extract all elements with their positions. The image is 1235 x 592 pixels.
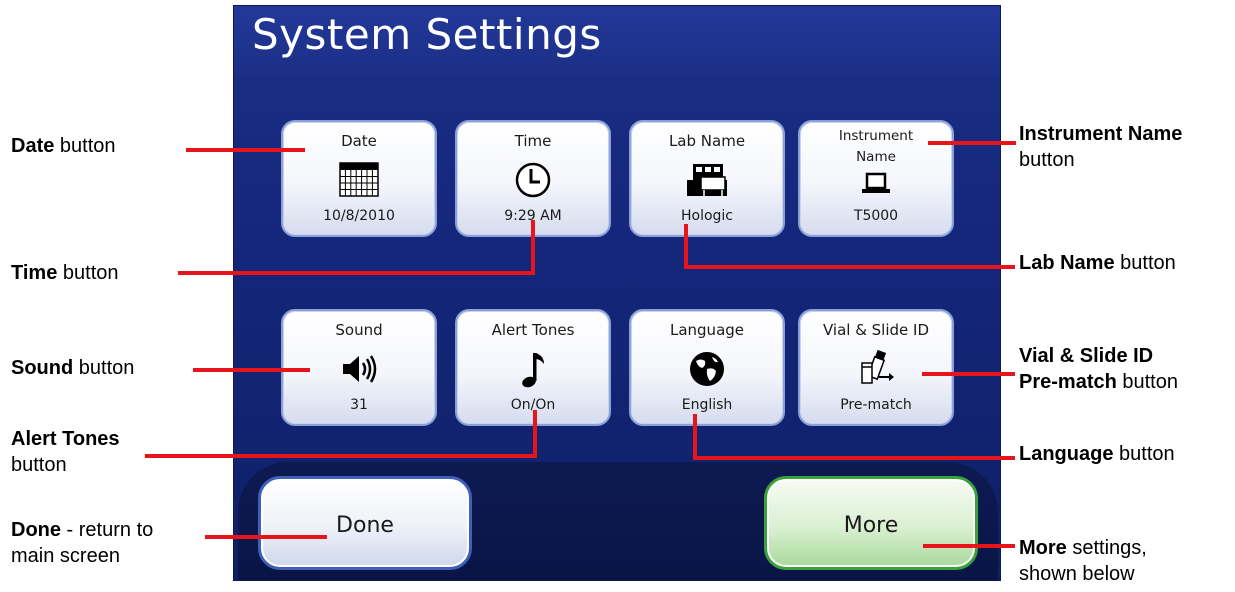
- date-value: 10/8/2010: [323, 208, 395, 224]
- done-button[interactable]: Done: [258, 476, 472, 570]
- lab-name-label: Lab Name: [668, 132, 746, 150]
- vial-slide-id-label: Vial & Slide ID: [822, 321, 930, 339]
- vial-slide-callout-line: [922, 372, 1015, 376]
- sound-callout-line: [193, 368, 310, 372]
- calendar-icon: [339, 162, 379, 197]
- language-value: English: [681, 397, 733, 413]
- lab-name-value: Hologic: [680, 208, 734, 224]
- sound-callout-label: Sound button: [11, 357, 135, 379]
- lab-icon: [687, 164, 727, 196]
- alert-tones-callout-label: Alert Tones button: [11, 428, 120, 476]
- lab-name-callout-line-v: [684, 224, 688, 269]
- music-note-icon: [522, 353, 544, 388]
- instrument-name-label-line2: Name: [856, 149, 896, 165]
- system-settings-screen: System Settings Date 10/8/2010 Time 9:29…: [233, 5, 1001, 581]
- language-label: Language: [669, 321, 745, 339]
- date-button[interactable]: Date 10/8/2010: [281, 120, 437, 237]
- done-callout-line: [205, 535, 327, 539]
- globe-icon: [690, 352, 724, 386]
- date-callout-line: [186, 148, 305, 152]
- clock-icon: [515, 162, 551, 198]
- date-callout-label: Date button: [11, 135, 116, 157]
- page-title: System Settings: [252, 10, 602, 59]
- done-callout-label: Done - return to main screen: [11, 519, 154, 567]
- title-bar: System Settings: [234, 6, 1000, 76]
- more-button[interactable]: More: [764, 476, 978, 570]
- language-button[interactable]: Language English: [629, 309, 785, 426]
- date-label: Date: [341, 132, 377, 150]
- sound-value: 31: [350, 397, 368, 413]
- more-callout-label: More settings, shown below: [1019, 537, 1147, 585]
- vial-slide-callout-label: Vial & Slide ID Pre-match button: [1019, 345, 1178, 393]
- more-label: More: [843, 513, 899, 538]
- instrument-name-callout-line: [928, 141, 1016, 145]
- lab-name-button[interactable]: Lab Name Hologic: [629, 120, 785, 237]
- language-callout-line-v: [693, 414, 697, 460]
- computer-icon: [862, 172, 890, 193]
- time-callout-label: Time button: [11, 262, 119, 284]
- time-label: Time: [514, 132, 552, 150]
- instrument-name-value: T5000: [853, 208, 899, 224]
- alert-tones-callout-line-h: [145, 454, 537, 458]
- time-callout-line-h: [178, 271, 535, 275]
- instrument-name-button[interactable]: Instrument Name T5000: [798, 120, 954, 237]
- alert-tones-callout-line-v: [533, 410, 537, 458]
- vial-slide-id-button[interactable]: Vial & Slide ID Pre-match: [798, 309, 954, 426]
- lab-name-callout-label: Lab Name button: [1019, 252, 1176, 274]
- alert-tones-label: Alert Tones: [491, 321, 575, 339]
- instrument-name-callout-label: Instrument Name button: [1019, 123, 1183, 171]
- lab-name-callout-line-h: [684, 265, 1015, 269]
- language-callout-line-h: [693, 456, 1015, 460]
- alert-tones-button[interactable]: Alert Tones On/On: [455, 309, 611, 426]
- vial-slide-id-value: Pre-match: [840, 397, 912, 413]
- sound-label: Sound: [335, 321, 383, 339]
- time-callout-line-v: [531, 220, 535, 275]
- more-callout-line: [923, 544, 1015, 548]
- speaker-icon: [343, 355, 377, 383]
- instrument-name-label-line1: Instrument: [838, 128, 914, 144]
- vial-slide-icon: [861, 349, 894, 384]
- language-callout-label: Language button: [1019, 443, 1175, 465]
- instrument-name-label: Instrument Name: [800, 126, 952, 168]
